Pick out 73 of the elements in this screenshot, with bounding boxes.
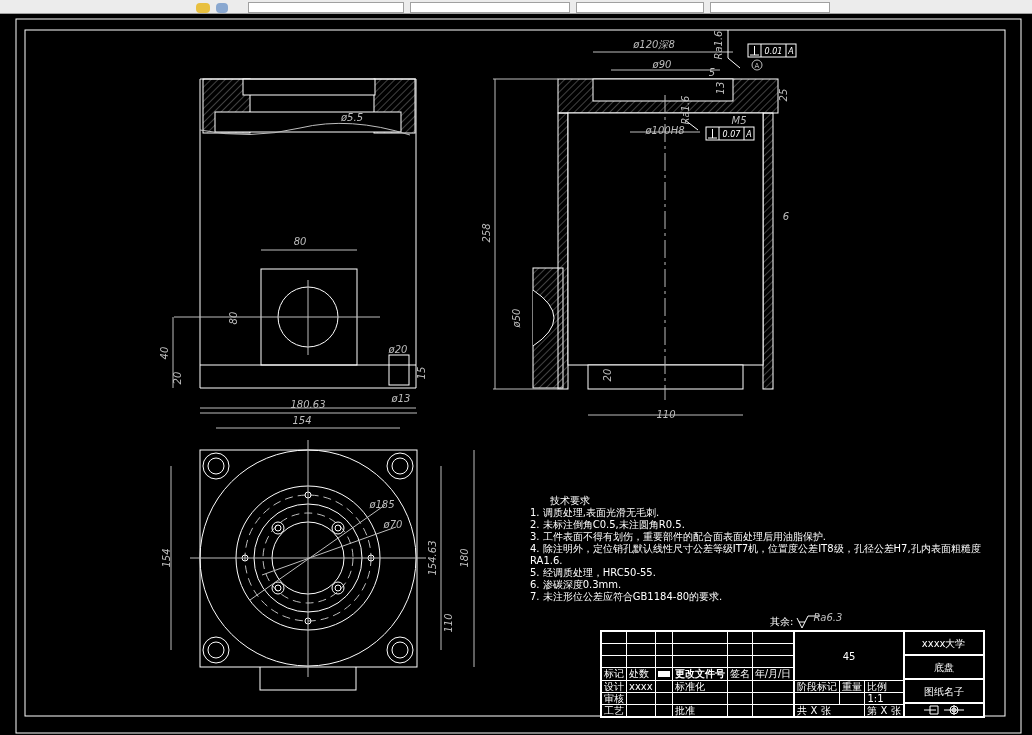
table-cell: 工艺 xyxy=(601,704,627,717)
tab[interactable] xyxy=(410,2,570,13)
tab[interactable] xyxy=(576,2,704,13)
datum-letter: A xyxy=(788,47,794,56)
surface-finish-label: 其余: xyxy=(770,615,794,629)
dimension-label: ø120深8 xyxy=(633,39,675,50)
dimension-label: 154.63 xyxy=(427,540,438,576)
dimension-label: 80 xyxy=(228,311,239,325)
table-cell: 比例 xyxy=(864,680,904,693)
perpendicular-icon xyxy=(707,128,718,139)
dimension-label: ø100H8 xyxy=(645,125,685,136)
dimension-label: 110 xyxy=(656,409,676,420)
dimension-label: 20 xyxy=(602,368,613,382)
dimension-label: 180.63 xyxy=(290,399,326,410)
part-name: 底盘 xyxy=(903,655,984,679)
dimension-label: ø50 xyxy=(511,308,522,328)
dimension-label: ø20 xyxy=(388,344,408,355)
datum-letter: A xyxy=(746,130,752,139)
table-cell: 45 xyxy=(794,631,904,681)
table-cell: 设计 xyxy=(601,680,627,693)
tab[interactable] xyxy=(710,2,830,13)
requirement-item: 1. 调质处理,表面光滑无毛刺. xyxy=(530,507,661,519)
dimension-label: ø13 xyxy=(391,393,411,404)
dimension-label: 20 xyxy=(172,371,183,385)
dimension-label: 80 xyxy=(293,236,307,247)
table-cell: 更改文件号 xyxy=(672,667,728,681)
dimension-label: 110 xyxy=(443,613,454,633)
table-cell: 签名 xyxy=(727,667,753,681)
dimension-label: M5 xyxy=(731,115,747,126)
requirement-item: 5. 经调质处理，HRC50-55. xyxy=(530,567,657,579)
requirement-item: 6. 渗碳深度0.3mm. xyxy=(530,579,623,591)
perpendicular-icon xyxy=(749,45,760,56)
dimension-label: Ra1.6 xyxy=(713,30,724,60)
requirement-item: 2. 未标注倒角C0.5,未注圆角R0.5. xyxy=(530,519,686,531)
dimension-label: 154 xyxy=(292,415,312,426)
table-cell: 第 X 张 xyxy=(864,704,904,717)
dimension-label: 258 xyxy=(481,223,492,243)
table-cell: 处数 xyxy=(626,667,656,681)
table-cell: 标准化 xyxy=(672,680,728,693)
requirement-item: 7. 未注形位公差应符合GB1184-80的要求. xyxy=(530,591,724,603)
school-name: xxxx大学 xyxy=(903,631,984,655)
drawing-name: 图纸名子 xyxy=(903,679,984,703)
table-cell: 共 X 张 xyxy=(794,704,865,717)
requirement-item: 4. 除注明外，定位销孔默认线性尺寸公差等级IT7机，位置度公差IT8级，孔径公差H7,孔内表面粗糙度RA1.6. xyxy=(530,543,982,567)
tolerance-value: 0.01 xyxy=(764,47,783,56)
dimension-label: ø5.5 xyxy=(341,112,363,123)
tab[interactable] xyxy=(248,2,404,13)
requirements-title: 技术要求 xyxy=(549,495,591,507)
dimension-label: ø185 xyxy=(369,499,395,510)
filled-block xyxy=(657,671,670,677)
table-cell: 1:1 xyxy=(864,692,904,705)
requirement-item: 3. 工件表面不得有划伤，重要部件的配合面表面处理后用油脂保护. xyxy=(530,531,827,543)
dimension-label: ø70 xyxy=(383,519,403,530)
dimension-label: 5 xyxy=(708,67,716,78)
dimension-label: 6 xyxy=(782,211,790,222)
table-cell: 审核 xyxy=(601,692,627,705)
dimension-label: 15 xyxy=(416,366,427,380)
table-cell: 标记 xyxy=(601,667,627,681)
tolerance-value: 0.07 xyxy=(722,130,741,139)
dimension-label: 13 xyxy=(715,81,726,95)
table-cell: 重量 xyxy=(839,680,865,693)
dimension-label: 180 xyxy=(459,548,470,568)
toolbar-icon[interactable] xyxy=(216,3,228,13)
dimension-label: ø90 xyxy=(652,59,672,70)
table-cell: 阶段标记 xyxy=(794,680,840,693)
dimension-label: 25 xyxy=(778,88,789,102)
dimension-label: 154 xyxy=(161,548,172,568)
dimension-label: 40 xyxy=(159,346,170,360)
table-cell: 批准 xyxy=(672,704,728,717)
table-cell: 年/月/日 xyxy=(752,667,794,681)
toolbar-icon[interactable] xyxy=(196,3,210,13)
table-cell: xxxx xyxy=(626,680,656,693)
roughness-value: Ra6.3 xyxy=(813,611,843,625)
